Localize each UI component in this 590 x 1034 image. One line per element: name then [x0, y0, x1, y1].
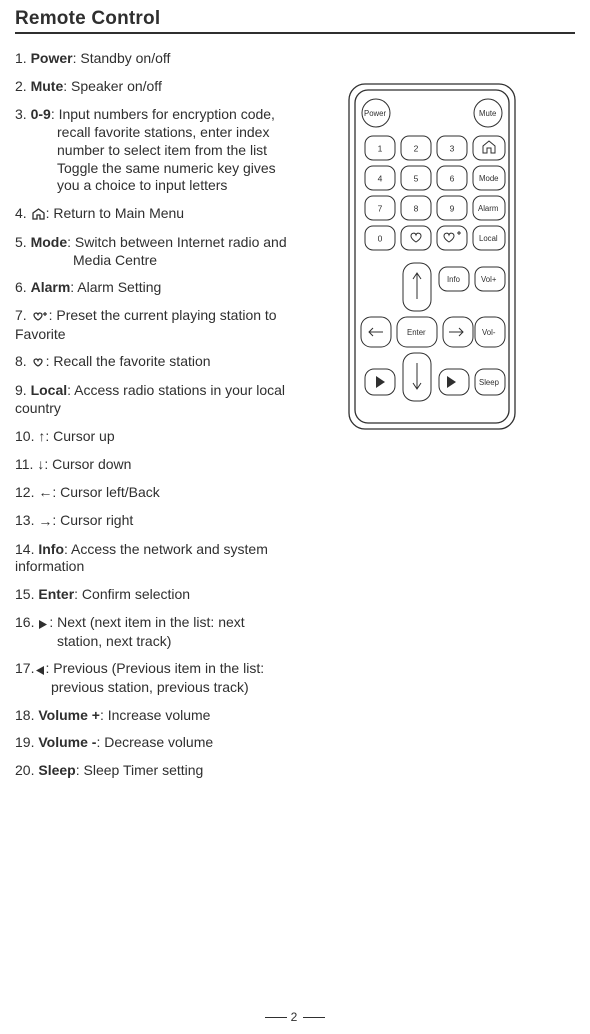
desc-item-11: 11. ↓: Cursor down: [15, 456, 327, 474]
desc-item-18: 18. Volume +: Increase volume: [15, 707, 327, 725]
mute-label: Mute: [479, 109, 496, 118]
power-label: Power: [364, 109, 387, 118]
home-icon: [31, 206, 46, 224]
desc-item-2: 2. Mute: Speaker on/off: [15, 78, 327, 96]
svg-text:7: 7: [378, 203, 383, 213]
desc-item-17: 17.: Previous (Previous item in the list…: [15, 660, 327, 696]
page-number: 2: [0, 1010, 590, 1024]
sleep-label: Sleep: [479, 378, 500, 387]
desc-item-9: 9. Local: Access radio stations in your …: [15, 382, 327, 418]
desc-item-7: 7. : Preset the current playing station …: [15, 307, 327, 343]
fav-add-icon: [31, 308, 49, 326]
desc-item-8: 8. : Recall the favorite station: [15, 353, 327, 371]
svg-text:5: 5: [414, 173, 419, 183]
desc-item-4: 4. : Return to Main Menu: [15, 205, 327, 223]
desc-item-14: 14. Info: Access the network and systemi…: [15, 541, 327, 577]
svg-text:6: 6: [450, 173, 455, 183]
svg-text:0: 0: [378, 233, 383, 243]
enter-label: Enter: [407, 328, 426, 337]
desc-item-19: 19. Volume -: Decrease volume: [15, 734, 327, 752]
page-title: Remote Control: [15, 8, 575, 34]
desc-item-20: 20. Sleep: Sleep Timer setting: [15, 762, 327, 780]
alarm-label: Alarm: [478, 204, 498, 213]
desc-item-13: 13. →: Cursor right: [15, 512, 327, 530]
desc-item-6: 6. Alarm: Alarm Setting: [15, 279, 327, 297]
desc-item-1: 1. Power: Standby on/off: [15, 50, 327, 68]
volm-label: Vol-: [482, 328, 496, 337]
desc-item-12: 12. ←: Cursor left/Back: [15, 484, 327, 502]
mode-label: Mode: [479, 174, 499, 183]
prev-icon: [34, 661, 45, 679]
desc-item-16: 16. : Next (next item in the list: nexts…: [15, 614, 327, 650]
svg-text:2: 2: [414, 143, 419, 153]
fav-icon: [31, 354, 46, 372]
description-list: 1. Power: Standby on/off 2. Mute: Speaker…: [15, 50, 327, 790]
desc-item-5: 5. Mode: Switch between Internet radio a…: [15, 234, 327, 270]
desc-item-15: 15. Enter: Confirm selection: [15, 586, 327, 604]
svg-text:8: 8: [414, 203, 419, 213]
svg-text:4: 4: [378, 173, 383, 183]
desc-item-3: 3. 0-9: Input numbers for encryption cod…: [15, 106, 327, 196]
local-label: Local: [479, 234, 498, 243]
desc-item-10: 10. ↑: Cursor up: [15, 428, 327, 446]
volp-label: Vol+: [481, 275, 497, 284]
svg-text:9: 9: [450, 203, 455, 213]
svg-text:1: 1: [378, 143, 383, 153]
right-icon: →: [38, 513, 52, 531]
info-label: Info: [447, 275, 461, 284]
left-icon: ←: [38, 484, 52, 502]
next-icon: [38, 615, 49, 633]
svg-text:3: 3: [450, 143, 455, 153]
remote-diagram: Power Mute 1 2 3 4 5 6 7 8 9 Mode Alarm Local 0: [345, 83, 519, 433]
